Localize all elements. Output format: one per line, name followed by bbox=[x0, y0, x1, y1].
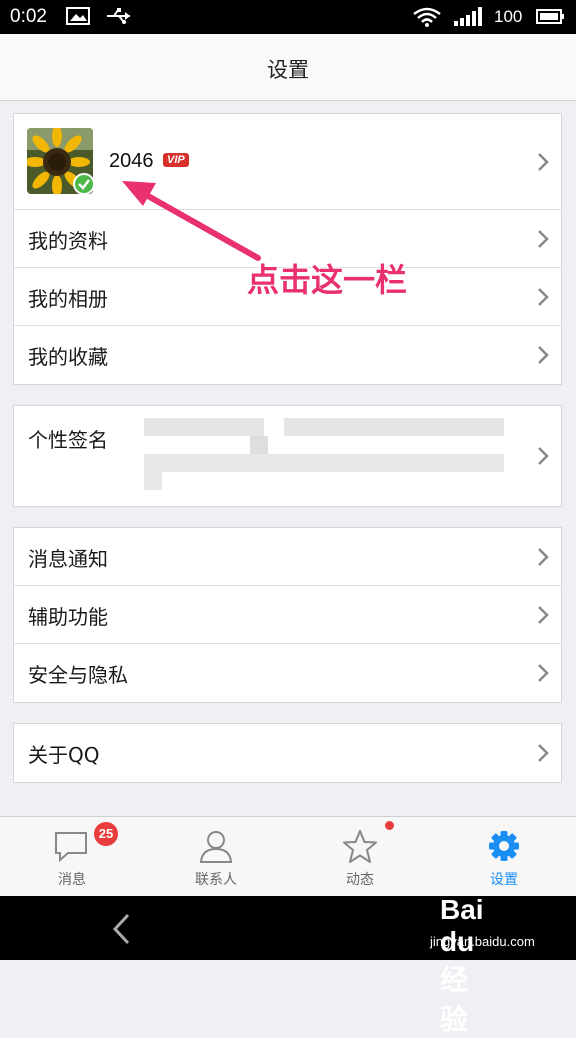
back-icon[interactable] bbox=[110, 912, 134, 946]
menu-item-accessibility[interactable]: 辅助功能 bbox=[14, 586, 561, 644]
watermark-logo: Bai du 经验 bbox=[440, 894, 484, 1035]
wifi-icon bbox=[413, 7, 441, 27]
chevron-right-icon bbox=[538, 664, 549, 682]
tab-label: 消息 bbox=[58, 872, 86, 888]
tab-moments[interactable]: 动态 bbox=[288, 817, 432, 897]
profile-row[interactable]: 2046 VIP bbox=[14, 114, 561, 210]
watermark-url: jingyan.baidu.com bbox=[430, 934, 535, 949]
menu-item-label: 我的资料 bbox=[28, 229, 108, 253]
usb-icon bbox=[107, 8, 130, 24]
vip-badge: VIP bbox=[163, 153, 189, 167]
menu-item-label: 辅助功能 bbox=[28, 605, 108, 629]
battery-level: 100 bbox=[494, 7, 523, 26]
page-title: 设置 bbox=[267, 58, 309, 82]
title-bar: 设置 bbox=[0, 34, 576, 101]
chevron-right-icon bbox=[538, 152, 549, 171]
verified-check-icon bbox=[73, 173, 95, 195]
signature-row[interactable]: 个性签名 bbox=[14, 406, 561, 506]
annotation-text: 点击这一栏 bbox=[247, 261, 408, 299]
tab-messages[interactable]: 25 消息 bbox=[0, 817, 144, 897]
tab-label: 动态 bbox=[346, 872, 374, 888]
settings-group: 消息通知 辅助功能 安全与隐私 bbox=[13, 527, 562, 703]
about-group: 关于QQ bbox=[13, 723, 562, 783]
menu-item-my-favorites[interactable]: 我的收藏 bbox=[14, 326, 561, 384]
nickname: 2046 bbox=[109, 150, 154, 172]
message-icon bbox=[55, 832, 87, 863]
menu-item-label: 我的收藏 bbox=[28, 345, 108, 369]
menu-item-notifications[interactable]: 消息通知 bbox=[14, 528, 561, 586]
tab-label: 联系人 bbox=[195, 872, 237, 888]
tab-settings[interactable]: 设置 bbox=[432, 817, 576, 897]
menu-item-label: 关于QQ bbox=[28, 743, 100, 767]
status-time: 0:02 bbox=[10, 6, 47, 27]
chevron-right-icon bbox=[538, 605, 549, 624]
status-bar: 0:02 100 bbox=[0, 0, 576, 34]
menu-item-label: 消息通知 bbox=[28, 547, 108, 571]
signal-icon bbox=[454, 7, 482, 26]
chevron-right-icon bbox=[538, 447, 549, 465]
chevron-right-icon bbox=[538, 744, 549, 762]
menu-item-security-privacy[interactable]: 安全与隐私 bbox=[14, 644, 561, 702]
profile-group: 2046 VIP 我的资料 我的相册 我的收藏 bbox=[13, 113, 562, 385]
battery-icon bbox=[536, 9, 564, 24]
image-notification-icon bbox=[66, 7, 90, 25]
menu-item-about-qq[interactable]: 关于QQ bbox=[14, 724, 561, 782]
tab-label: 设置 bbox=[490, 872, 518, 888]
signature-group: 个性签名 bbox=[13, 405, 562, 507]
tab-bar: 25 消息 联系人 动态 设置 bbox=[0, 816, 576, 897]
chevron-right-icon bbox=[538, 346, 549, 364]
chevron-right-icon bbox=[538, 287, 549, 306]
chevron-right-icon bbox=[538, 229, 549, 248]
navigation-bar bbox=[0, 896, 576, 960]
menu-item-label: 我的相册 bbox=[28, 287, 108, 311]
new-activity-dot bbox=[385, 821, 394, 830]
menu-item-label: 安全与隐私 bbox=[28, 663, 128, 687]
tab-contacts[interactable]: 联系人 bbox=[144, 817, 288, 897]
unread-badge: 25 bbox=[94, 822, 118, 846]
contacts-icon bbox=[199, 831, 233, 863]
star-icon bbox=[343, 830, 377, 863]
chevron-right-icon bbox=[538, 547, 549, 566]
gear-icon bbox=[489, 831, 519, 861]
signature-label: 个性签名 bbox=[28, 428, 108, 452]
